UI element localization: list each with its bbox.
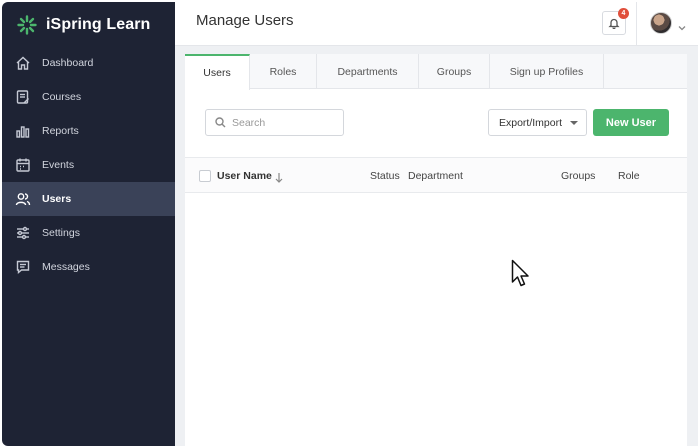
sidebar-item-label: Dashboard — [42, 57, 94, 69]
column-department[interactable]: Department — [408, 170, 463, 182]
brand-name: iSpring Learn — [46, 16, 151, 33]
calendar-icon — [15, 157, 31, 173]
users-panel: Users Roles Departments Groups Sign up P… — [185, 54, 687, 446]
page-title: Manage Users — [196, 12, 294, 29]
select-all-checkbox[interactable] — [199, 170, 211, 182]
sidebar-nav: Dashboard Courses Reports Events Users S… — [2, 46, 175, 284]
column-user-name[interactable]: User Name — [217, 170, 272, 182]
export-import-dropdown[interactable]: Export/Import — [488, 109, 587, 136]
brand-logo[interactable]: iSpring Learn — [16, 14, 150, 36]
sidebar-item-courses[interactable]: Courses — [2, 80, 175, 114]
caret-down-icon — [570, 121, 578, 125]
search-box[interactable] — [205, 109, 344, 136]
sidebar-item-events[interactable]: Events — [2, 148, 175, 182]
sort-arrow-down-icon[interactable] — [275, 170, 283, 183]
search-icon — [215, 117, 226, 128]
home-icon — [15, 55, 31, 71]
tab-groups[interactable]: Groups — [419, 54, 490, 89]
export-import-label: Export/Import — [499, 116, 563, 129]
tab-users[interactable]: Users — [185, 54, 250, 90]
column-groups[interactable]: Groups — [561, 170, 595, 182]
mouse-cursor-icon — [511, 259, 529, 287]
reports-icon — [15, 123, 31, 139]
ispring-logo-icon — [17, 15, 37, 35]
sidebar-item-label: Settings — [42, 227, 80, 239]
top-header: Manage Users 4 — [175, 2, 698, 46]
sidebar-item-dashboard[interactable]: Dashboard — [2, 46, 175, 80]
tab-roles[interactable]: Roles — [250, 54, 317, 89]
user-avatar[interactable] — [650, 12, 672, 34]
chevron-down-icon[interactable] — [678, 19, 686, 31]
table-header: User Name Status Department Groups Role — [185, 157, 687, 193]
main-content: Users Roles Departments Groups Sign up P… — [175, 46, 698, 446]
tab-signup-profiles[interactable]: Sign up Profiles — [490, 54, 604, 89]
column-status[interactable]: Status — [370, 170, 400, 182]
sidebar-item-label: Reports — [42, 125, 79, 137]
sidebar-item-users[interactable]: Users — [2, 182, 175, 216]
bell-icon — [608, 18, 620, 29]
sidebar-item-label: Users — [42, 193, 72, 205]
sidebar-item-label: Courses — [42, 91, 82, 103]
tab-bar: Users Roles Departments Groups Sign up P… — [185, 54, 687, 90]
column-role[interactable]: Role — [618, 170, 640, 182]
courses-icon — [15, 89, 31, 105]
new-user-button[interactable]: New User — [593, 109, 669, 136]
notification-count-badge: 4 — [618, 8, 629, 19]
sidebar-item-label: Events — [42, 159, 75, 171]
users-icon — [15, 191, 31, 207]
sliders-icon — [15, 225, 31, 241]
notifications-button[interactable]: 4 — [602, 8, 629, 35]
sidebar-item-messages[interactable]: Messages — [2, 250, 175, 284]
user-table-body — [185, 194, 687, 446]
sidebar-item-reports[interactable]: Reports — [2, 114, 175, 148]
sidebar: iSpring Learn Dashboard Courses Reports … — [2, 2, 175, 446]
search-input[interactable] — [232, 116, 342, 129]
sidebar-item-settings[interactable]: Settings — [2, 216, 175, 250]
tab-departments[interactable]: Departments — [317, 54, 419, 89]
header-divider — [636, 2, 637, 46]
message-icon — [15, 259, 31, 275]
sidebar-item-label: Messages — [42, 261, 90, 273]
